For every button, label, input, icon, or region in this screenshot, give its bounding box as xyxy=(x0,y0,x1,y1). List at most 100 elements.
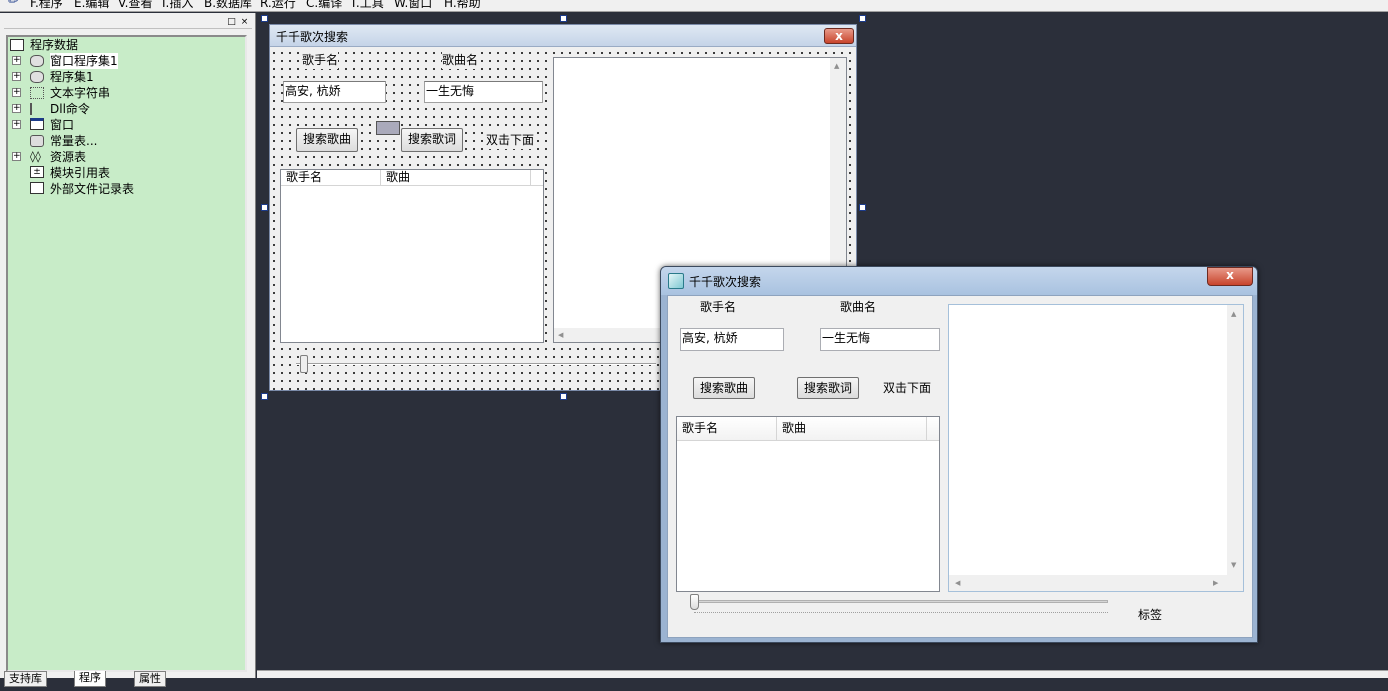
horizontal-scrollbar[interactable]: ◀ ▶ xyxy=(949,575,1243,591)
search-song-button[interactable]: 搜索歌曲 xyxy=(296,128,358,152)
document-tabs-strip[interactable] xyxy=(257,670,1388,678)
expand-icon[interactable]: + xyxy=(12,120,21,129)
text-icon xyxy=(30,87,44,99)
tree-item-external-files[interactable]: 外部文件记录表 xyxy=(12,181,212,197)
tree-item-window[interactable]: + 窗口 xyxy=(12,117,212,133)
menu-run[interactable]: R.运行 xyxy=(260,0,296,11)
run-close-button[interactable]: x xyxy=(1207,267,1253,286)
slider-thumb[interactable] xyxy=(300,355,308,373)
program-tree[interactable]: 程序数据 + 窗口程序集1 + 程序集1 + 文本字符串 + Dll命令 + 窗… xyxy=(6,35,247,672)
menu-program[interactable]: F.程序 xyxy=(30,0,63,11)
label-tag: 标签 xyxy=(1138,606,1163,624)
tree-item-resources[interactable]: + ◊◊ 资源表 xyxy=(12,149,212,165)
song-input[interactable]: 一生无悔 xyxy=(820,328,940,351)
tree-item-window-assembly[interactable]: + 窗口程序集1 xyxy=(12,53,212,69)
designer-title-bar: 千千歌次搜索 x xyxy=(270,25,856,47)
scroll-left-icon[interactable]: ◀ xyxy=(558,331,563,339)
scroll-up-icon[interactable]: ▲ xyxy=(834,62,839,70)
search-song-button[interactable]: 搜索歌曲 xyxy=(693,377,755,399)
expand-icon[interactable]: + xyxy=(12,56,21,65)
expand-icon[interactable]: + xyxy=(12,152,21,161)
menu-edit[interactable]: E.编辑 xyxy=(74,0,109,11)
resize-handle[interactable] xyxy=(261,204,268,211)
tree-item-text-strings[interactable]: + 文本字符串 xyxy=(12,85,212,101)
designer-title: 千千歌次搜索 xyxy=(276,30,349,44)
panel-header: □ × xyxy=(4,15,252,29)
resize-handle[interactable] xyxy=(560,393,567,400)
dll-icon xyxy=(30,103,44,115)
run-client-area: 歌手名 歌曲名 高安, 杭娇 一生无悔 搜索歌曲 搜索歌词 双击下面 歌手名 歌… xyxy=(667,295,1253,638)
module-icon: ± xyxy=(30,166,44,178)
running-window[interactable]: 千千歌次搜索 x 歌手名 歌曲名 高安, 杭娇 一生无悔 搜索歌曲 搜索歌词 双… xyxy=(660,266,1258,643)
label-song: 歌曲名 xyxy=(840,298,877,316)
file-icon xyxy=(30,182,44,194)
expand-icon[interactable]: + xyxy=(12,88,21,97)
label-singer: 歌手名 xyxy=(302,51,339,69)
resize-handle[interactable] xyxy=(261,15,268,22)
slider-thumb[interactable] xyxy=(690,594,699,610)
run-title: 千千歌次搜索 xyxy=(689,275,762,289)
component-icon xyxy=(376,121,400,135)
tab-properties[interactable]: 属性 xyxy=(134,671,166,687)
scroll-down-icon[interactable]: ▼ xyxy=(1231,561,1236,569)
slider-ticks xyxy=(694,612,1108,615)
menu-database[interactable]: B.数据库 xyxy=(204,0,252,11)
column-header-song[interactable]: 歌曲 xyxy=(381,170,531,185)
left-panel: □ × 程序数据 + 窗口程序集1 + 程序集1 + 文本字符串 + Dll命令 xyxy=(0,13,256,687)
panel-tabs: 支持库 程序 属性 xyxy=(0,669,256,691)
menu-help[interactable]: H.帮助 xyxy=(444,0,481,11)
label-double-click: 双击下面 xyxy=(486,131,535,149)
expand-icon[interactable]: + xyxy=(12,72,21,81)
program-data-icon xyxy=(10,39,24,51)
tree-item-assembly[interactable]: + 程序集1 xyxy=(12,69,212,85)
menu-insert[interactable]: I.插入 xyxy=(162,0,193,11)
menu-bar: ✏ F.程序 E.编辑 V.查看 I.插入 B.数据库 R.运行 C.编译 T.… xyxy=(0,0,1388,12)
singer-input[interactable]: 高安, 杭娇 xyxy=(680,328,784,351)
menu-window[interactable]: W.窗口 xyxy=(394,0,432,11)
column-header-singer[interactable]: 歌手名 xyxy=(281,170,381,185)
assembly-icon xyxy=(30,71,44,83)
vertical-scrollbar[interactable]: ▲ ▼ xyxy=(1227,305,1243,575)
resize-handle[interactable] xyxy=(859,204,866,211)
tree-item-module-refs[interactable]: ± 模块引用表 xyxy=(12,165,212,181)
resize-handle[interactable] xyxy=(560,15,567,22)
listview-header: 歌手名 歌曲 xyxy=(281,170,543,186)
scroll-up-icon[interactable]: ▲ xyxy=(1231,310,1236,318)
app-logo-icon: ✏ xyxy=(8,0,19,8)
lyrics-memo[interactable]: ▲ ▼ ◀ ▶ xyxy=(948,304,1244,592)
singer-input[interactable]: 高安, 杭娇 xyxy=(283,81,386,103)
run-title-bar[interactable]: 千千歌次搜索 x xyxy=(661,267,1257,295)
label-song: 歌曲名 xyxy=(442,51,479,69)
tree-item-constants[interactable]: 常量表... xyxy=(12,133,212,149)
result-listview[interactable]: 歌手名 歌曲 xyxy=(280,169,544,343)
column-header-singer[interactable]: 歌手名 xyxy=(677,417,777,440)
menu-view[interactable]: V.查看 xyxy=(118,0,152,11)
slider-track xyxy=(296,363,656,365)
designer-close-button[interactable]: x xyxy=(824,28,854,44)
label-double-click: 双击下面 xyxy=(883,379,932,397)
menu-compile[interactable]: C.编译 xyxy=(306,0,342,11)
slider-track xyxy=(694,600,1108,603)
expand-icon[interactable]: + xyxy=(12,104,21,113)
resize-handle[interactable] xyxy=(859,15,866,22)
constants-icon xyxy=(30,135,44,147)
resources-icon: ◊◊ xyxy=(30,150,41,163)
resize-handle[interactable] xyxy=(261,393,268,400)
song-input[interactable]: 一生无悔 xyxy=(424,81,543,103)
tree-item-dll-commands[interactable]: + Dll命令 xyxy=(12,101,212,117)
tab-program[interactable]: 程序 xyxy=(74,671,106,687)
result-listview[interactable]: 歌手名 歌曲 xyxy=(676,416,940,592)
window-icon xyxy=(30,118,44,130)
assembly-icon xyxy=(30,55,44,67)
scroll-right-icon[interactable]: ▶ xyxy=(1213,579,1218,587)
pin-button[interactable]: □ xyxy=(226,18,237,28)
menu-tools[interactable]: T.工具 xyxy=(350,0,384,11)
panel-close-button[interactable]: × xyxy=(239,18,250,28)
search-lyrics-button[interactable]: 搜索歌词 xyxy=(401,128,463,152)
search-lyrics-button[interactable]: 搜索歌词 xyxy=(797,377,859,399)
tab-support-lib[interactable]: 支持库 xyxy=(4,671,47,687)
column-header-song[interactable]: 歌曲 xyxy=(777,417,927,440)
scroll-left-icon[interactable]: ◀ xyxy=(955,579,960,587)
app-icon xyxy=(668,273,684,289)
listview-header: 歌手名 歌曲 xyxy=(677,417,939,441)
